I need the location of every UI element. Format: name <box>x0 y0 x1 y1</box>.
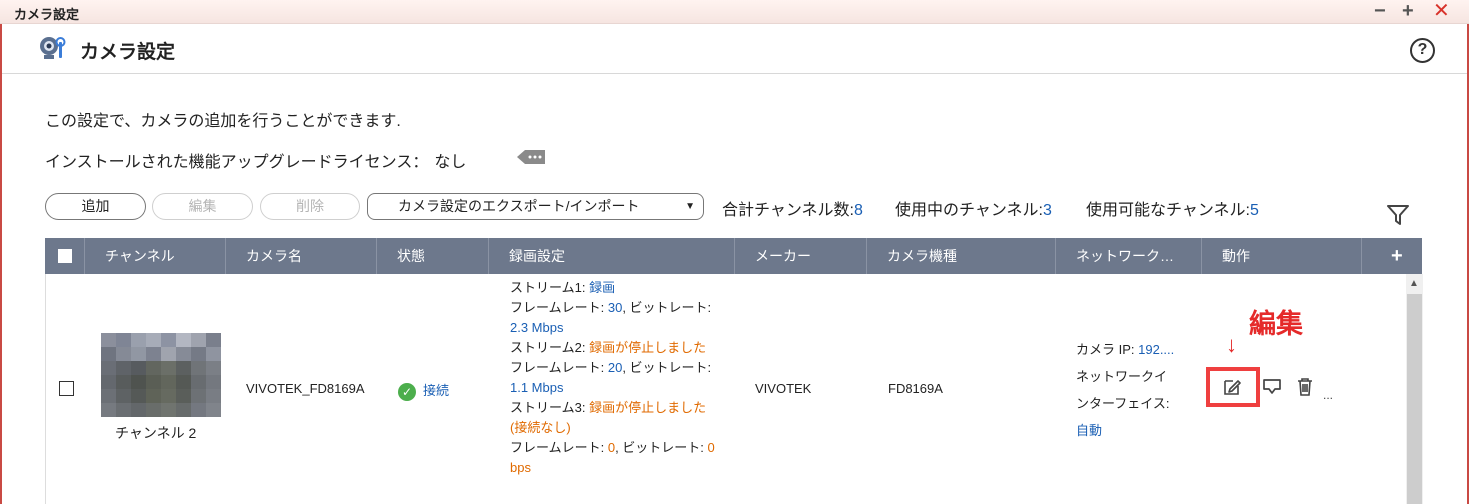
delete-button[interactable]: 削除 <box>260 193 360 220</box>
column-maker[interactable]: メーカー <box>734 238 866 274</box>
license-tag-icon[interactable] <box>517 150 545 164</box>
vertical-scrollbar[interactable]: ▲ <box>1406 274 1423 504</box>
column-model[interactable]: カメラ機種 <box>866 238 1055 274</box>
chevron-down-icon: ▼ <box>685 201 695 212</box>
add-button[interactable]: 追加 <box>45 193 146 220</box>
used-channels: 使用中のチャンネル:3 <box>895 202 1052 219</box>
recording-settings: ストリーム1: 録画 フレームレート: 30, ビットレート: 2.3 Mbps… <box>510 280 715 475</box>
license-label: インストールされた機能アップグレードライセンス： <box>45 154 429 171</box>
maker: VIVOTEK <box>755 381 812 396</box>
camera-model: FD8169A <box>888 381 943 396</box>
column-channel[interactable]: チャンネル <box>84 238 225 274</box>
select-all-checkbox[interactable] <box>58 249 72 263</box>
export-import-dropdown[interactable]: カメラ設定のエクスポート/インポート ▼ <box>367 193 704 220</box>
close-button[interactable]: ✕ <box>1433 1 1450 21</box>
license-value: なし <box>434 154 467 171</box>
maximize-button[interactable]: + <box>1402 1 1414 21</box>
window-titlebar: カメラ設定 − + ✕ <box>0 0 1469 24</box>
camera-thumbnail <box>101 333 221 417</box>
edit-icon[interactable] <box>1222 377 1242 397</box>
status-text: 接続 <box>423 383 450 398</box>
more-actions[interactable]: ... <box>1323 388 1333 402</box>
column-camera-name[interactable]: カメラ名 <box>225 238 376 274</box>
page-title: カメラ設定 <box>80 42 176 63</box>
license-info: インストールされた機能アップグレードライセンス： なし <box>45 148 466 172</box>
column-action[interactable]: 動作 <box>1201 238 1361 274</box>
monitor-icon[interactable] <box>1262 377 1282 397</box>
add-column-button[interactable]: + <box>1391 238 1403 274</box>
scrollbar-thumb[interactable] <box>1407 294 1422 504</box>
column-status[interactable]: 状態 <box>376 238 488 274</box>
export-import-label: カメラ設定のエクスポート/インポート <box>398 198 640 214</box>
status-cell: ✓ 接続 <box>398 380 449 401</box>
channel-label: チャンネル 2 <box>115 425 197 441</box>
table-row: チャンネル 2 VIVOTEK_FD8169A ✓ 接続 ストリーム1: 録画 フ… <box>45 274 1423 504</box>
row-checkbox[interactable] <box>59 381 74 396</box>
scroll-up-icon[interactable]: ▲ <box>1409 278 1419 289</box>
filter-icon[interactable] <box>1386 204 1410 226</box>
window-title: カメラ設定 <box>14 7 80 22</box>
page-description: この設定で、カメラの追加を行うことができます. <box>45 113 401 130</box>
trash-icon[interactable] <box>1296 377 1314 397</box>
page-header: カメラ設定 ? <box>2 24 1467 74</box>
total-channels: 合計チャンネル数:8 <box>722 202 863 219</box>
edit-button[interactable]: 編集 <box>152 193 253 220</box>
camera-settings-icon <box>40 37 66 59</box>
table-header: チャンネル カメラ名 状態 録画設定 メーカー カメラ機種 ネットワーク… 動作… <box>45 238 1422 274</box>
network-info: カメラ IP: 192.... ネットワークイ ンターフェイス: 自動 <box>1076 342 1175 438</box>
help-icon[interactable]: ? <box>1410 38 1435 63</box>
check-circle-icon: ✓ <box>398 382 416 401</box>
column-network[interactable]: ネットワーク… <box>1055 238 1201 274</box>
camera-name: VIVOTEK_FD8169A <box>246 381 365 396</box>
annotation-arrow: ↓ <box>1226 332 1237 357</box>
column-recording[interactable]: 録画設定 <box>488 238 734 274</box>
annotation-label: 編集 <box>1249 309 1303 340</box>
available-channels: 使用可能なチャンネル:5 <box>1086 202 1259 219</box>
minimize-button[interactable]: − <box>1374 1 1386 21</box>
